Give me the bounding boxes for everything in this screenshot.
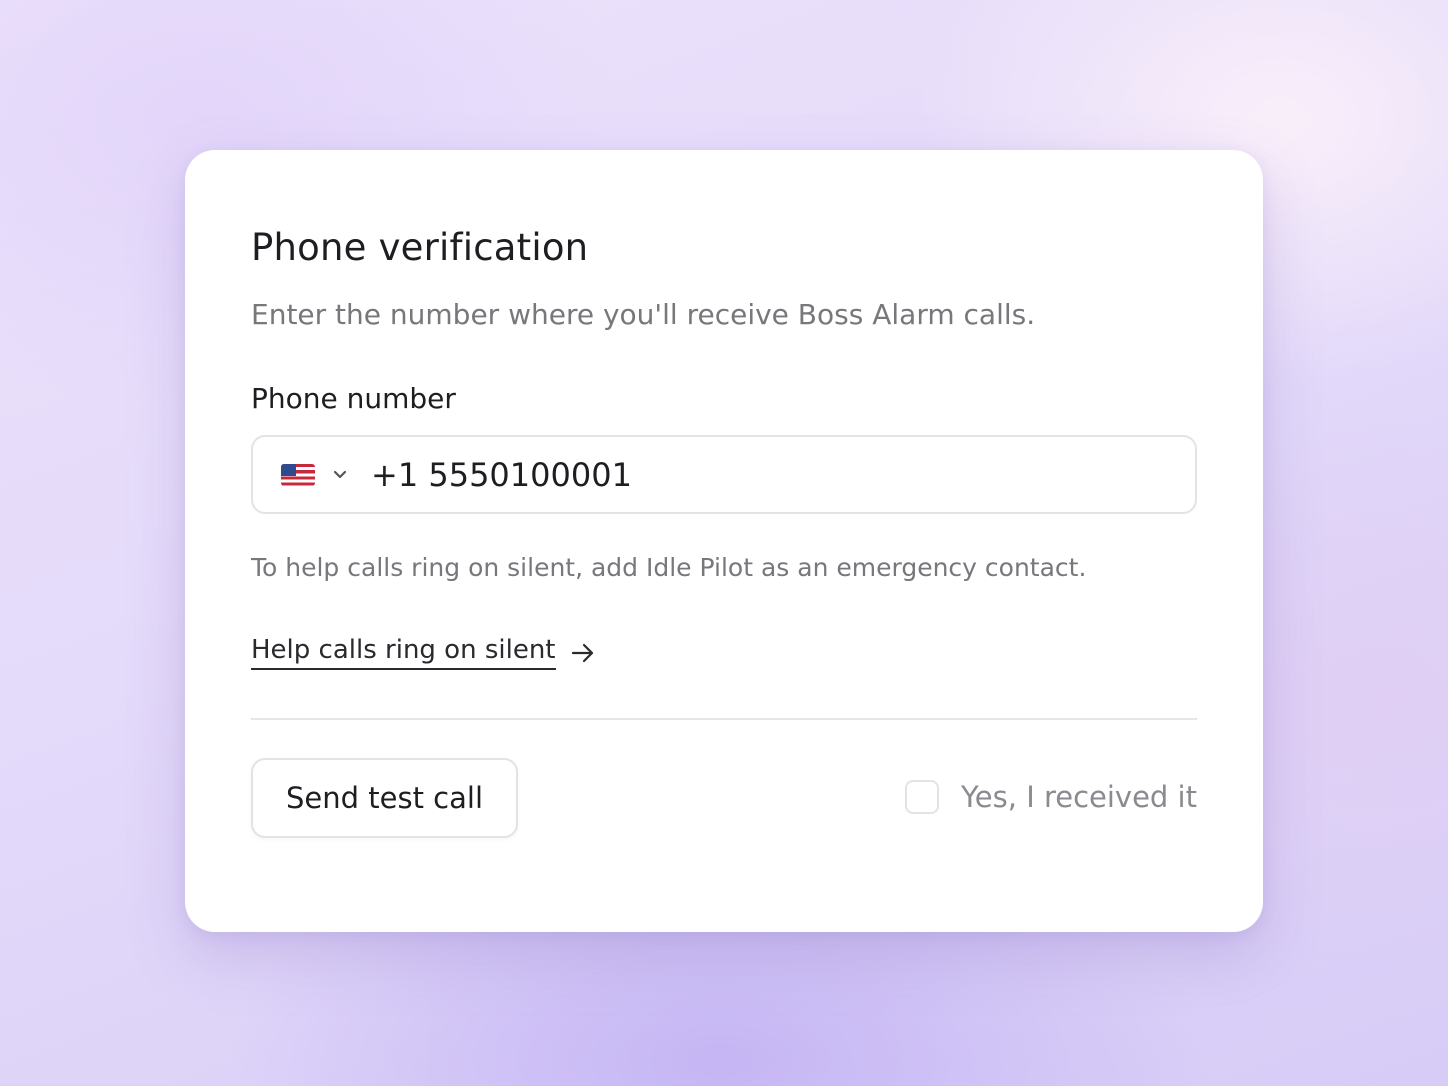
emergency-contact-hint: To help calls ring on silent, add Idle P… [251,553,1087,582]
chevron-down-icon [333,468,347,482]
help-silent-link[interactable]: Help calls ring on silent [251,635,596,670]
divider [251,718,1197,720]
page-title: Phone verification [251,226,589,269]
phone-number-input[interactable] [371,455,1131,494]
received-checkbox[interactable] [904,780,939,814]
phone-input-wrapper [251,435,1197,514]
send-test-call-button[interactable]: Send test call [251,758,518,838]
received-label: Yes, I received it [960,780,1197,814]
arrow-right-icon [570,640,596,666]
phone-number-label: Phone number [251,382,456,415]
verification-card: Phone verification Enter the number wher… [185,150,1263,932]
country-code-select[interactable] [281,463,347,486]
page-subtitle: Enter the number where you'll receive Bo… [251,298,1036,331]
us-flag-icon [281,463,315,486]
received-confirmation[interactable]: Yes, I received it [904,780,1197,814]
help-link-label: Help calls ring on silent [251,635,556,670]
